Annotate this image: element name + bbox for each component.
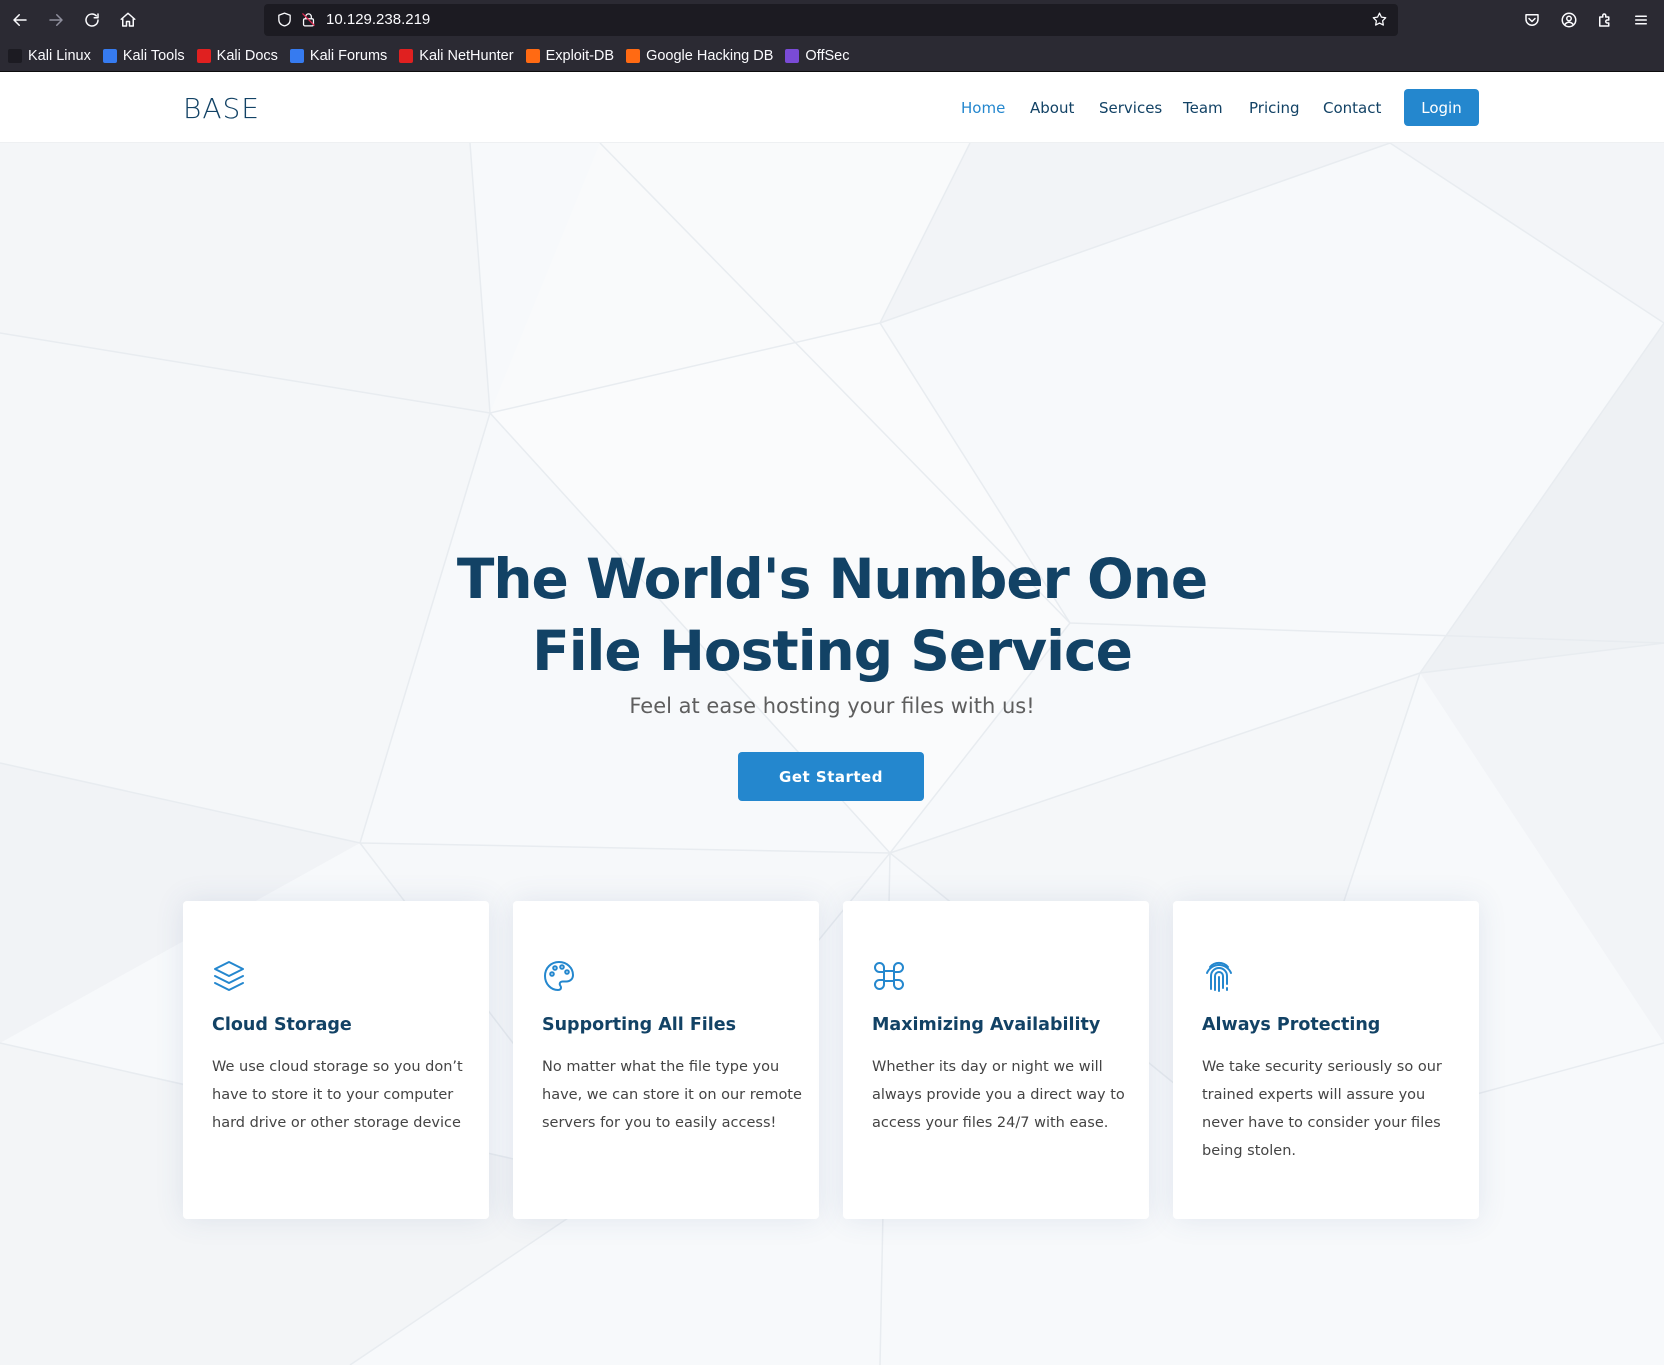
hero-title-line-1: The World's Number One — [456, 547, 1208, 611]
hero-subtitle: Feel at ease hosting your files with us! — [629, 694, 1035, 718]
ghdb-icon — [626, 49, 641, 63]
reload-button[interactable] — [78, 6, 106, 34]
nav-services[interactable]: Services — [1099, 99, 1162, 117]
home-icon — [120, 12, 136, 27]
bookmark-offsec[interactable]: OffSec — [785, 48, 849, 64]
url-text[interactable]: 10.129.238.219 — [326, 11, 430, 28]
kali-forums-icon — [289, 49, 304, 63]
bookmark-google-hacking-db[interactable]: Google Hacking DB — [626, 48, 773, 64]
feature-description: No matter what the file type you have, w… — [542, 1059, 802, 1131]
kali-tools-icon — [102, 49, 117, 63]
feature-card-cloud-storage: Cloud Storage We use cloud storage so yo… — [183, 901, 489, 1219]
kali-docs-icon — [196, 49, 211, 63]
feature-title: Always Protecting — [1202, 1015, 1381, 1035]
bookmark-exploit-db[interactable]: Exploit-DB — [525, 48, 614, 64]
browser-toolbar: 10.129.238.219 — [0, 0, 1664, 40]
bookmarks-toolbar: Kali Linux Kali Tools Kali Docs Kali For… — [0, 42, 1664, 70]
palette-icon — [542, 959, 576, 993]
bookmark-kali-docs[interactable]: Kali Docs — [196, 48, 278, 64]
feature-title: Cloud Storage — [212, 1015, 352, 1035]
offsec-icon — [785, 49, 800, 63]
get-started-button[interactable]: Get Started — [738, 752, 924, 801]
reload-icon — [85, 13, 99, 27]
feature-card-availability: Maximizing Availability Whether its day … — [843, 901, 1149, 1219]
feature-description: Whether its day or night we will always … — [872, 1059, 1125, 1131]
arrow-right-icon — [49, 14, 63, 26]
nav-team[interactable]: Team — [1183, 99, 1223, 117]
nav-home[interactable]: Home — [961, 99, 1005, 117]
pocket-button[interactable] — [1518, 6, 1546, 34]
command-icon — [872, 959, 906, 993]
pocket-icon — [1525, 14, 1539, 26]
nav-contact[interactable]: Contact — [1323, 99, 1381, 117]
extensions-button[interactable] — [1591, 6, 1619, 34]
hamburger-menu-icon — [1635, 15, 1647, 25]
bookmark-kali-linux[interactable]: Kali Linux — [8, 48, 91, 64]
arrow-left-icon — [13, 14, 27, 26]
puzzle-icon — [1599, 13, 1610, 27]
browser-chrome: 10.129.238.219 Kali Linux Kali Tools Kal… — [0, 0, 1664, 72]
bookmark-kali-tools[interactable]: Kali Tools — [102, 48, 185, 64]
layers-icon — [212, 959, 246, 993]
feature-description: We take security seriously so our traine… — [1202, 1059, 1442, 1159]
fingerprint-icon — [1202, 959, 1236, 993]
hero-title-line-2: File Hosting Service — [532, 619, 1133, 683]
site-header: BASE Home About Services Team Pricing Co… — [0, 72, 1664, 143]
home-button[interactable] — [114, 6, 142, 34]
insecure-lock-icon[interactable] — [300, 11, 317, 33]
menu-button[interactable] — [1627, 6, 1655, 34]
nav-about[interactable]: About — [1030, 99, 1074, 117]
feature-title: Maximizing Availability — [872, 1015, 1101, 1035]
feature-description: We use cloud storage so you don’t have t… — [212, 1059, 463, 1131]
login-button[interactable]: Login — [1404, 89, 1479, 126]
bookmark-star-icon[interactable] — [1371, 11, 1388, 33]
feature-card-protecting: Always Protecting We take security serio… — [1173, 901, 1479, 1219]
feature-title: Supporting All Files — [542, 1015, 737, 1035]
nav-pricing[interactable]: Pricing — [1249, 99, 1300, 117]
bookmark-kali-nethunter[interactable]: Kali NetHunter — [399, 48, 514, 64]
back-button[interactable] — [6, 6, 34, 34]
account-button[interactable] — [1555, 6, 1583, 34]
forward-button[interactable] — [42, 6, 70, 34]
nethunter-icon — [399, 49, 414, 63]
shield-icon[interactable] — [276, 11, 293, 33]
url-bar[interactable]: 10.129.238.219 — [264, 4, 1398, 36]
feature-card-supporting-files: Supporting All Files No matter what the … — [513, 901, 819, 1219]
hero-title: The World's Number One File Hosting Serv… — [0, 543, 1664, 687]
bookmark-kali-forums[interactable]: Kali Forums — [289, 48, 387, 64]
kali-dragon-icon — [8, 49, 22, 63]
hero-section: The World's Number One File Hosting Serv… — [0, 143, 1664, 1365]
exploit-db-icon — [525, 49, 540, 63]
account-icon — [1561, 12, 1577, 28]
